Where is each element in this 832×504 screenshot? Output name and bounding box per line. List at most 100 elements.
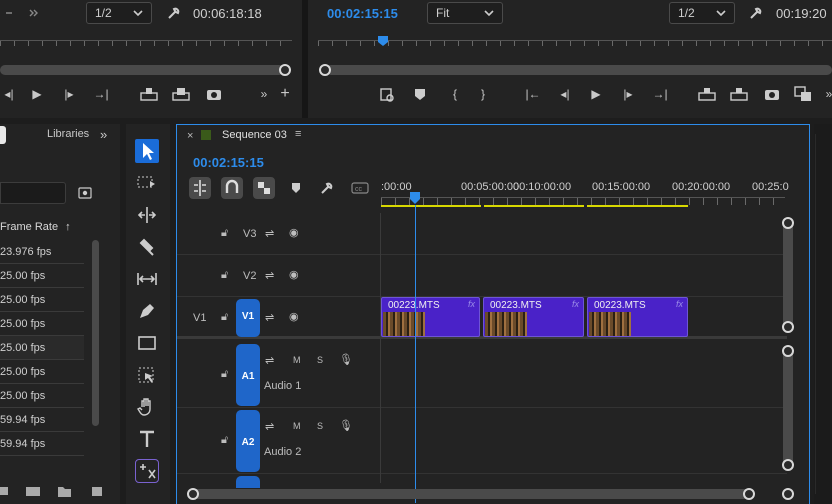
track-name-a1[interactable]: Audio 1 xyxy=(264,380,301,392)
scroll-handle[interactable] xyxy=(782,321,794,333)
step-forward-icon[interactable]: |▸ xyxy=(619,85,637,103)
program-zoom-scrollbar[interactable] xyxy=(326,65,832,75)
step-back-icon[interactable]: ◂| xyxy=(0,85,18,103)
add-marker-icon[interactable] xyxy=(414,88,426,102)
tab-libraries[interactable]: Libraries xyxy=(47,128,89,140)
mark-out-icon[interactable]: } xyxy=(474,85,492,103)
search-input[interactable] xyxy=(0,182,66,204)
list-item[interactable]: 25.00 fps xyxy=(0,288,84,312)
scroll-handle[interactable] xyxy=(782,459,794,471)
type-tool-icon[interactable] xyxy=(135,427,159,451)
track-name-a2[interactable]: Audio 2 xyxy=(264,446,301,458)
go-to-out-icon[interactable]: →| xyxy=(92,85,110,103)
step-back-icon[interactable]: ◂| xyxy=(556,85,574,103)
track-header-divider[interactable] xyxy=(380,213,381,483)
selection-tool-icon[interactable] xyxy=(135,139,159,163)
track-target-a3-partial[interactable] xyxy=(236,476,260,488)
list-item[interactable]: 25.00 fps xyxy=(0,336,84,360)
program-timecode[interactable]: 00:02:15:15 xyxy=(327,6,398,21)
sync-lock-icon[interactable]: ⇌ xyxy=(265,311,274,324)
lock-icon[interactable]: 🔓︎ xyxy=(221,269,228,282)
insert-overwrite-toggle-icon[interactable] xyxy=(189,177,211,199)
list-item[interactable]: 25.00 fps xyxy=(0,360,84,384)
list-item[interactable]: 59.94 fps xyxy=(0,408,84,432)
go-to-out-icon[interactable]: →| xyxy=(651,85,669,103)
comparison-view-icon[interactable] xyxy=(794,86,812,102)
program-time-ruler[interactable] xyxy=(318,40,832,46)
rectangle-tool-icon[interactable] xyxy=(135,331,159,355)
list-item[interactable]: 59.94 fps xyxy=(0,432,84,456)
source-resolution-select[interactable]: 1/2 xyxy=(86,2,152,24)
scroll-handle[interactable] xyxy=(782,217,794,229)
sync-lock-icon[interactable]: ⇌ xyxy=(265,354,274,367)
panel-footer-icons[interactable] xyxy=(0,484,110,498)
more-chevrons-icon[interactable]: » xyxy=(820,85,832,103)
wrench-icon[interactable] xyxy=(748,5,764,21)
source-zoom-scrollbar[interactable] xyxy=(0,65,284,75)
solo-button[interactable]: S xyxy=(317,355,323,365)
list-scrollbar[interactable] xyxy=(92,240,99,426)
wrench-icon[interactable] xyxy=(319,180,335,196)
play-icon[interactable]: ▶ xyxy=(28,85,46,103)
panel-overflow-icon[interactable]: » xyxy=(100,127,107,142)
sync-lock-icon[interactable]: ⇌ xyxy=(265,269,274,282)
timeline-playhead-timecode[interactable]: 00:02:15:15 xyxy=(193,155,264,170)
razor-tool-icon[interactable] xyxy=(135,235,159,259)
time-ruler-ticks[interactable] xyxy=(381,197,785,205)
go-to-in-icon[interactable]: |← xyxy=(524,85,542,103)
tab-sequence[interactable]: Sequence 03 xyxy=(222,129,287,141)
clip[interactable]: 00223.MTS fx xyxy=(381,297,480,337)
snap-icon[interactable] xyxy=(221,177,243,199)
microphone-icon[interactable]: 🎙︎ xyxy=(339,353,353,366)
linked-selection-icon[interactable] xyxy=(253,177,275,199)
source-zoom-handle[interactable] xyxy=(279,64,291,76)
clip-fx-badge[interactable]: fx xyxy=(676,299,683,309)
insert-icon[interactable] xyxy=(140,87,158,101)
list-item[interactable]: 25.00 fps xyxy=(0,264,84,288)
active-tab-indicator[interactable] xyxy=(0,126,6,144)
scroll-handle[interactable] xyxy=(782,345,794,357)
mute-button[interactable]: M xyxy=(293,421,301,431)
scroll-handle[interactable] xyxy=(187,488,199,500)
solo-button[interactable]: S xyxy=(317,421,323,431)
lift-icon[interactable] xyxy=(698,87,716,101)
eye-icon[interactable]: ◉ xyxy=(289,310,299,323)
eye-icon[interactable]: ◉ xyxy=(289,268,299,281)
source-timecode[interactable]: 00:06:18:18 xyxy=(193,6,262,21)
hand-tool-icon[interactable] xyxy=(135,395,159,419)
mute-button[interactable]: M xyxy=(293,355,301,365)
clip-fx-badge[interactable]: fx xyxy=(468,299,475,309)
lock-icon[interactable]: 🔓︎ xyxy=(221,368,228,381)
settings-icon[interactable] xyxy=(4,7,44,19)
video-tracks-scrollbar[interactable] xyxy=(783,221,793,329)
track-target-a1[interactable]: A1 xyxy=(236,344,260,406)
sync-lock-icon[interactable]: ⇌ xyxy=(265,227,274,240)
scroll-handle[interactable] xyxy=(743,488,755,500)
step-forward-icon[interactable]: |▸ xyxy=(60,85,78,103)
eye-icon[interactable]: ◉ xyxy=(289,226,299,239)
camera-icon[interactable] xyxy=(206,87,222,101)
clip-fx-badge[interactable]: fx xyxy=(572,299,579,309)
program-zoom-select[interactable]: Fit xyxy=(427,2,503,24)
lock-icon[interactable]: 🔓︎ xyxy=(221,227,228,240)
source-time-ruler[interactable] xyxy=(0,40,292,46)
camera-icon[interactable] xyxy=(764,87,780,101)
extract-icon[interactable] xyxy=(730,87,748,101)
timeline-horizontal-scrollbar[interactable] xyxy=(191,489,753,499)
column-header-frame-rate[interactable]: Frame Rate ↑ xyxy=(0,221,71,233)
track-select-tool-icon[interactable] xyxy=(135,171,159,195)
list-item[interactable]: 25.00 fps xyxy=(0,384,84,408)
add-edit-tool-icon[interactable] xyxy=(135,459,159,483)
find-icon[interactable] xyxy=(78,187,92,199)
add-marker-icon[interactable] xyxy=(291,182,301,194)
pen-tool-icon[interactable] xyxy=(135,299,159,323)
more-chevrons-icon[interactable]: » xyxy=(255,85,273,103)
program-playhead[interactable] xyxy=(377,35,389,47)
overwrite-icon[interactable] xyxy=(172,87,190,101)
tab-menu-icon[interactable]: ≡ xyxy=(295,128,301,140)
audio-tracks-scrollbar[interactable] xyxy=(783,349,793,467)
ripple-edit-tool-icon[interactable] xyxy=(135,203,159,227)
play-icon[interactable]: ▶ xyxy=(587,85,605,103)
list-item[interactable]: 25.00 fps xyxy=(0,312,84,336)
playhead-handle[interactable] xyxy=(409,191,421,205)
